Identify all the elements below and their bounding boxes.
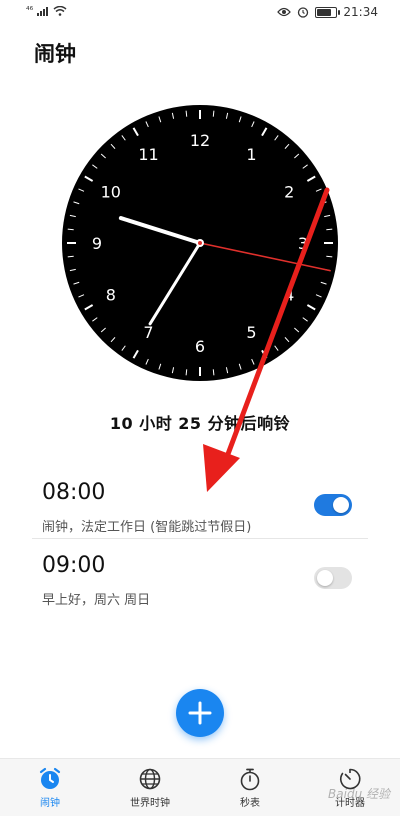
minute-tick (212, 369, 215, 376)
tab-label: 闹钟 (40, 798, 60, 809)
minute-tick (185, 110, 188, 117)
battery-fill (317, 8, 332, 16)
eye-icon (277, 7, 292, 17)
clock-numeral: 11 (138, 145, 158, 164)
alarm-time: 09:00 (42, 553, 106, 578)
clock-face: 121234567891011 (62, 105, 338, 381)
toggle-knob (333, 497, 349, 513)
alarm-toggle[interactable] (314, 567, 352, 589)
tab-stopwatch[interactable]: 秒表 (200, 759, 300, 816)
status-right: 21:34 (277, 5, 378, 19)
clock-numeral: 6 (195, 337, 205, 356)
clock-numeral: 4 (284, 286, 294, 305)
plus-icon (188, 701, 212, 725)
wifi-icon (53, 6, 67, 16)
alarm-label: 早上好，周六 周日 (42, 593, 151, 608)
page-title: 闹钟 (34, 42, 76, 66)
toggle-knob (317, 570, 333, 586)
clock-numeral: 8 (106, 286, 116, 305)
battery-icon (315, 6, 341, 18)
clock-hub-center (198, 241, 202, 245)
signal-indicators: ⁴⁶ (26, 6, 67, 16)
clock-numeral: 1 (246, 145, 256, 164)
minute-tick (185, 369, 188, 376)
clock-numeral: 9 (92, 234, 102, 253)
minute-tick (212, 110, 215, 117)
tab-label: 世界时钟 (130, 798, 170, 809)
divider (32, 538, 368, 539)
minute-tick (326, 255, 333, 258)
clock-numeral: 7 (143, 323, 153, 342)
alarm-label: 闹钟，法定工作日 (智能跳过节假日) (42, 520, 252, 535)
minute-tick (67, 228, 74, 231)
alarm-status-icon (298, 7, 309, 18)
alarm-time: 08:00 (42, 480, 106, 505)
tab-label: 秒表 (240, 798, 260, 809)
alarm-clock-icon (37, 766, 63, 792)
clock-numeral: 3 (298, 234, 308, 253)
minute-tick (67, 255, 74, 258)
tab-alarm[interactable]: 闹钟 (0, 759, 100, 816)
minute-tick (326, 228, 333, 231)
tab-world-clock[interactable]: 世界时钟 (100, 759, 200, 816)
alarm-item[interactable]: 09:00 早上好，周六 周日 (32, 553, 368, 619)
status-bar: ⁴⁶ 21:34 (0, 0, 400, 26)
globe-icon (137, 766, 163, 792)
alarm-item[interactable]: 08:00 闹钟，法定工作日 (智能跳过节假日) (32, 480, 368, 546)
status-time: 21:34 (343, 5, 378, 19)
clock-numeral: 5 (246, 323, 256, 342)
signal-label: ⁴⁶ (26, 6, 34, 16)
clock-numeral: 12 (190, 131, 210, 150)
clock-numeral: 10 (101, 183, 121, 202)
next-alarm-countdown: 10 小时 25 分钟后响铃 (109, 414, 291, 433)
stopwatch-icon (237, 766, 263, 792)
add-alarm-button[interactable] (176, 689, 224, 737)
clock-numeral: 2 (284, 183, 294, 202)
watermark: Baidu 经验 (328, 787, 390, 801)
alarm-toggle[interactable] (314, 494, 352, 516)
signal-icon (37, 6, 49, 16)
analog-clock: 12 1 2 3 4 5 6 7 8 9 10 11 (60, 103, 340, 383)
